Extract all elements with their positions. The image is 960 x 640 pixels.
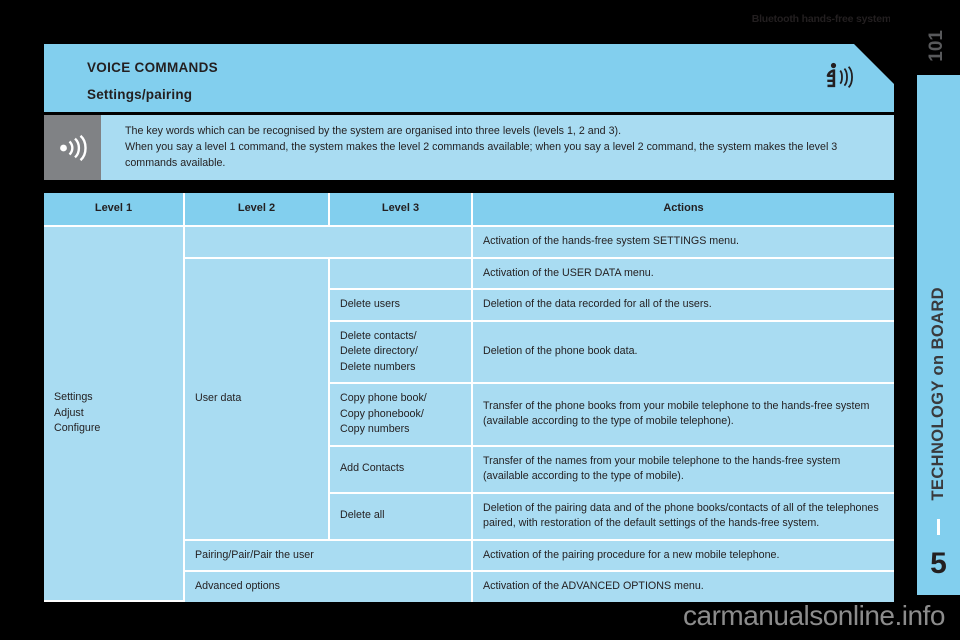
level-3-line-3: Copy numbers	[340, 423, 410, 435]
level-1-line-1: Settings	[54, 391, 93, 403]
chapter-number: 5	[930, 547, 947, 580]
chapter-tab-divider	[937, 519, 940, 535]
page-subtitle: Settings/pairing	[87, 87, 193, 102]
cell-level-1-settings: Settings Adjust Configure	[44, 227, 185, 602]
site-watermark: carmanualsonline.info	[683, 600, 945, 631]
cell-level-2-blank-1	[185, 227, 473, 259]
note-divider	[44, 180, 894, 183]
cell-level-3-delete-all: Delete all	[330, 493, 473, 541]
chapter-tab-title: TECHNOLOGY on BOARD	[929, 287, 947, 501]
level-3-line-2: Copy phonebook/	[340, 407, 424, 420]
cell-level-2-user-data: User data	[185, 258, 330, 541]
side-rail: 101 TECHNOLOGY on BOARD 5	[890, 0, 960, 640]
cell-level-3-blank-2	[330, 258, 473, 290]
level-3-line-2: Delete directory/	[340, 345, 418, 357]
cell-action-7: Deletion of the pairing data and of the …	[473, 493, 894, 541]
running-head: Bluetooth hands-free system	[751, 9, 902, 33]
chapter-tab: TECHNOLOGY on BOARD 5	[917, 75, 960, 595]
cell-action-6: Transfer of the names from your mobile t…	[473, 446, 894, 494]
cell-action-3: Deletion of the data recorded for all of…	[473, 290, 894, 322]
cell-action-2: Activation of the USER DATA menu.	[473, 258, 894, 290]
column-header-actions: Actions	[473, 193, 894, 227]
level-1-line-2: Adjust	[54, 406, 84, 419]
running-head-text: Bluetooth hands-free system	[751, 13, 891, 25]
column-header-level-1: Level 1	[44, 193, 185, 227]
column-header-level-3: Level 3	[330, 193, 473, 227]
level-1-line-3: Configure	[54, 422, 101, 434]
cell-action-8: Activation of the pairing procedure for …	[473, 540, 894, 572]
table-row: Settings Adjust Configure Activation of …	[44, 227, 894, 602]
voice-command-icon	[823, 61, 857, 93]
cell-level-3-add-contacts: Add Contacts	[330, 446, 473, 494]
cell-level-3-delete-users: Delete users	[330, 290, 473, 322]
cell-level-3-delete-contacts: Delete contacts/ Delete directory/ Delet…	[330, 321, 473, 384]
manual-page: Bluetooth hands-free system 101 TECHNOLO…	[0, 0, 960, 640]
level-3-line-1: Delete contacts/	[340, 329, 417, 342]
level-3-line-1: Copy phone book/	[340, 392, 427, 404]
info-note: The key words which can be recognised by…	[44, 115, 894, 180]
voice-commands-table: Level 1 Level 2 Level 3 Actions Settings…	[44, 193, 894, 602]
cell-action-9: Activation of the ADVANCED OPTIONS menu.	[473, 572, 894, 602]
cell-level-2-advanced-options: Advanced options	[185, 572, 473, 602]
cell-action-1: Activation of the hands-free system SETT…	[473, 227, 894, 259]
info-note-line-2: When you say a level 1 command, the syst…	[125, 141, 838, 169]
table-header-row: Level 1 Level 2 Level 3 Actions	[44, 193, 894, 227]
page-content: VOICE COMMANDS Settings/pairing The key …	[44, 44, 894, 605]
cell-action-5: Transfer of the phone books from your mo…	[473, 384, 894, 447]
page-number: 101	[926, 30, 947, 62]
cell-action-4: Deletion of the phone book data.	[473, 321, 894, 384]
column-header-level-2: Level 2	[185, 193, 330, 227]
cell-level-2-pairing: Pairing/Pair/Pair the user	[185, 540, 473, 572]
title-banner: VOICE COMMANDS Settings/pairing	[44, 44, 894, 112]
info-note-body: The key words which can be recognised by…	[101, 115, 894, 180]
info-note-line-1: The key words which can be recognised by…	[125, 125, 622, 137]
level-3-line-3: Delete numbers	[340, 360, 416, 373]
page-title: VOICE COMMANDS	[87, 60, 218, 75]
cell-level-3-copy-phone-book: Copy phone book/ Copy phonebook/ Copy nu…	[330, 384, 473, 447]
sound-waves-icon	[44, 115, 101, 180]
